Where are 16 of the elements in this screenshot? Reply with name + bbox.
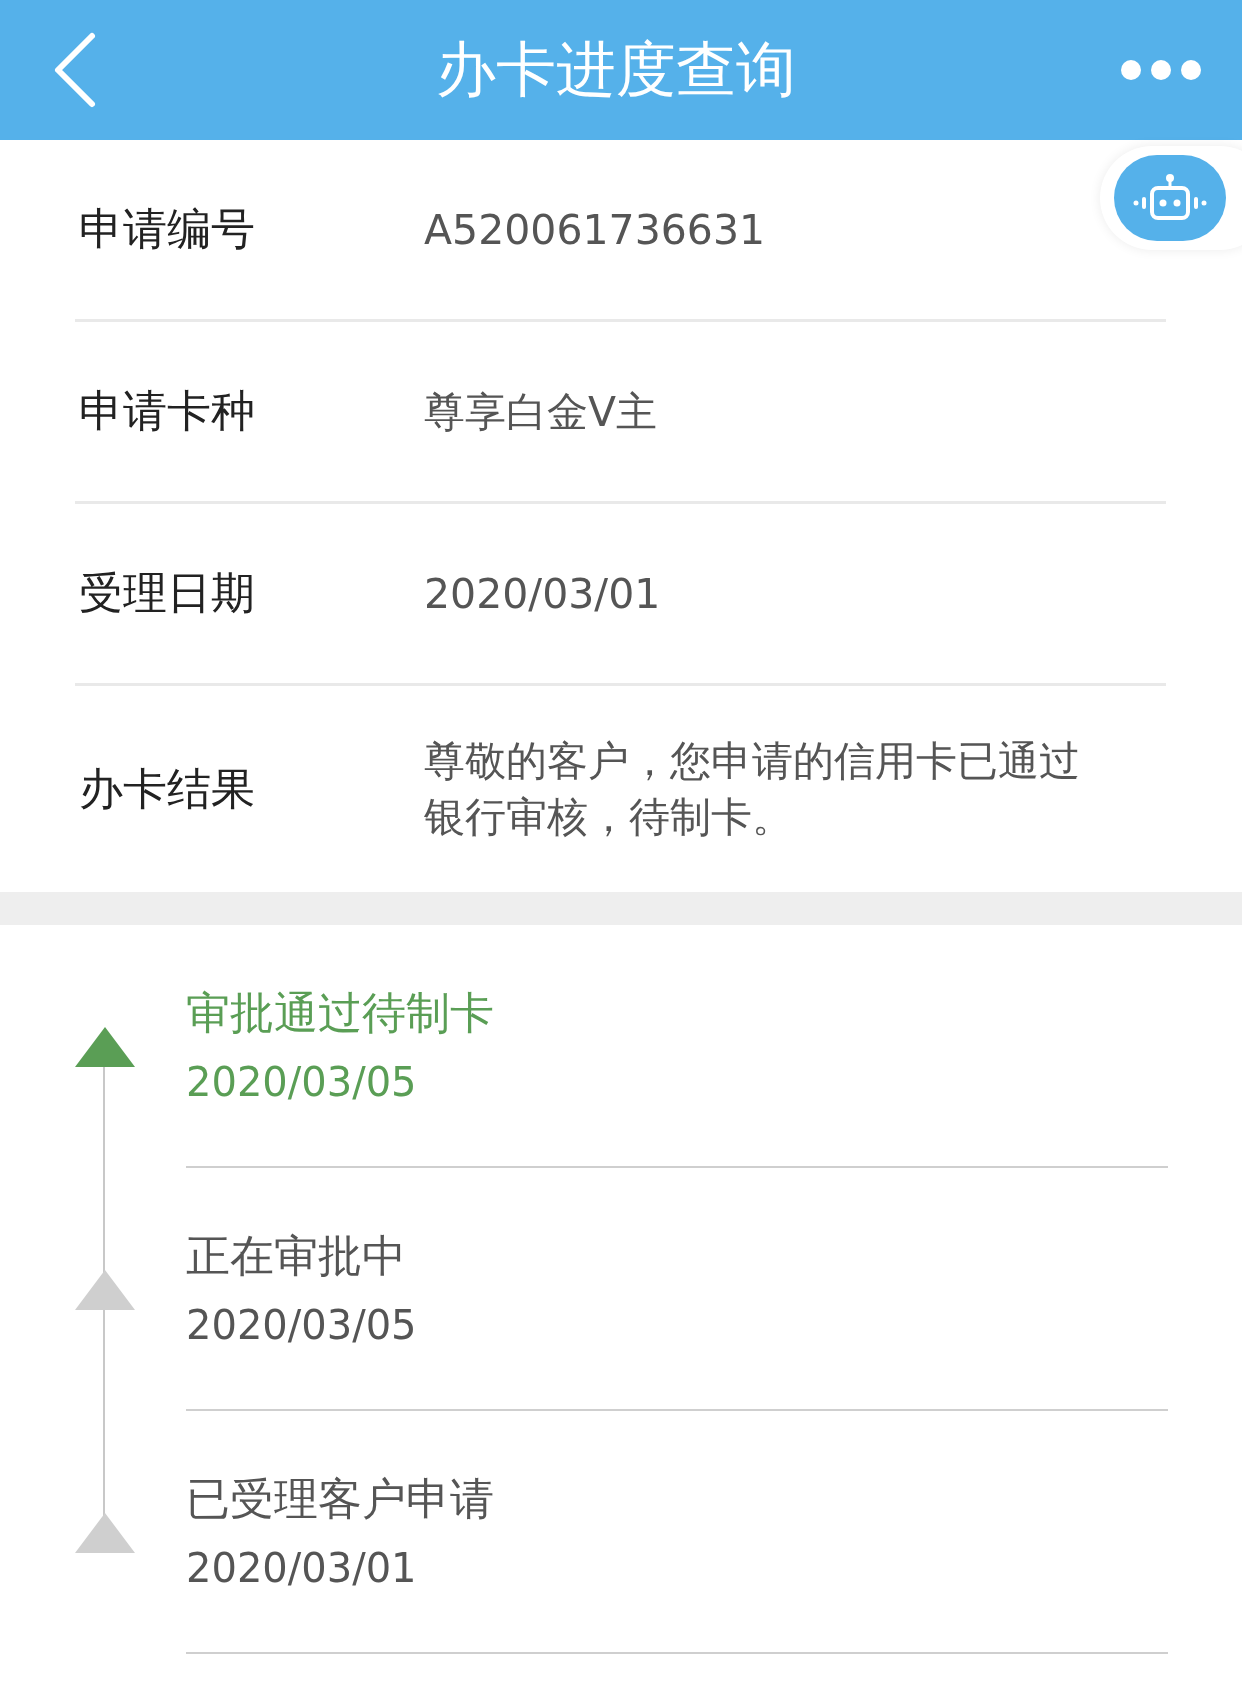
status-text: 审批通过待制卡 [186, 986, 495, 1040]
status-text: 正在审批中 [186, 1229, 407, 1283]
field-value: 2020/03/01 [424, 568, 661, 620]
field-value: A520061736631 [424, 204, 766, 256]
page-title: 办卡进度查询 [435, 32, 797, 106]
field-label: 申请编号 [78, 202, 256, 256]
field-label: 受理日期 [78, 566, 256, 620]
robot-button[interactable] [1114, 155, 1226, 241]
field-label: 办卡结果 [78, 761, 256, 816]
field-value: 尊享白金V主 [424, 386, 658, 438]
status-text: 已受理客户申请 [186, 1472, 495, 1526]
status-date: 2020/03/05 [186, 1059, 418, 1105]
field-value: 尊敬的客户，您申请的信用卡已通过银行审核，待制卡。 [424, 736, 1081, 843]
status-date: 2020/03/01 [186, 1545, 418, 1591]
field-label: 申请卡种 [78, 384, 256, 438]
status-date: 2020/03/05 [186, 1302, 418, 1348]
